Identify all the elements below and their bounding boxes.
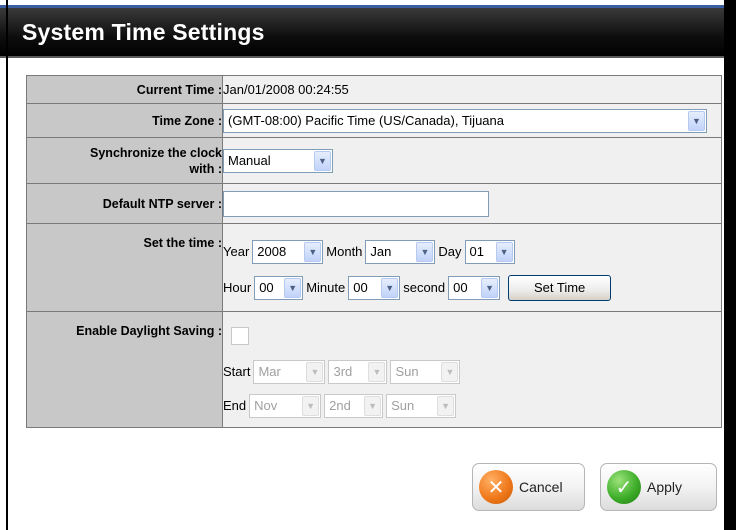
chevron-down-icon: ▼ — [381, 277, 399, 298]
chevron-down-icon: ▼ — [314, 150, 331, 171]
end-day-select[interactable]: Sun ▼ — [386, 393, 457, 418]
chevron-down-icon: ▼ — [284, 277, 302, 298]
daylight-saving-checkbox[interactable] — [231, 326, 249, 345]
row-current-time: Current Time : Jan/01/2008 00:24:55 — [26, 75, 722, 104]
year-label: Year — [223, 244, 250, 259]
ntp-server-input[interactable] — [223, 190, 489, 217]
set-time-label: Set the time : — [26, 223, 223, 312]
apply-button[interactable]: ✓ Apply — [600, 463, 717, 511]
frame-left-border — [6, 0, 8, 530]
row-time-zone: Time Zone : (GMT-08:00) Pacific Time (US… — [26, 103, 722, 138]
year-select[interactable]: 2008 ▼ — [252, 239, 324, 264]
day-select[interactable]: 01 ▼ — [464, 239, 515, 264]
settings-table: Current Time : Jan/01/2008 00:24:55 Time… — [26, 75, 722, 428]
set-time-button[interactable]: Set Time — [508, 274, 612, 301]
chevron-down-icon: ▼ — [481, 277, 499, 298]
top-border — [0, 0, 736, 8]
time-zone-label: Time Zone : — [26, 103, 223, 138]
end-month-select[interactable]: Nov ▼ — [249, 393, 322, 418]
chevron-down-icon: ▼ — [495, 241, 513, 262]
chevron-down-icon: ▼ — [416, 241, 434, 262]
checkmark-circle-icon: ✓ — [607, 470, 641, 504]
minute-label: Minute — [306, 280, 346, 295]
end-week-select[interactable]: 2nd ▼ — [324, 393, 384, 418]
chevron-down-icon: ▼ — [437, 395, 455, 416]
month-select[interactable]: Jan ▼ — [365, 239, 436, 264]
day-label: Day — [438, 244, 462, 259]
sync-label: Synchronize the clock with : — [26, 137, 223, 184]
chevron-down-icon: ▼ — [368, 361, 386, 382]
time-zone-select[interactable]: (GMT-08:00) Pacific Time (US/Canada), Ti… — [223, 108, 707, 133]
chevron-down-icon: ▼ — [302, 395, 320, 416]
month-label: Month — [326, 244, 363, 259]
hour-label: Hour — [223, 280, 252, 295]
second-label: second — [403, 280, 446, 295]
cancel-button[interactable]: ✕ Cancel — [472, 463, 585, 511]
frame-right-border — [724, 0, 736, 530]
start-week-select[interactable]: 3rd ▼ — [328, 359, 388, 384]
chevron-down-icon: ▼ — [441, 361, 459, 382]
sync-selected: Manual — [228, 153, 271, 168]
start-month-select[interactable]: Mar ▼ — [253, 359, 326, 384]
title-bar: System Time Settings — [0, 8, 736, 58]
row-sync: Synchronize the clock with : Manual ▼ — [26, 137, 722, 184]
start-label: Start — [223, 364, 251, 379]
hour-select[interactable]: 00 ▼ — [254, 275, 304, 300]
ntp-label: Default NTP server : — [26, 183, 223, 224]
x-circle-icon: ✕ — [479, 470, 513, 504]
minute-select[interactable]: 00 ▼ — [348, 275, 401, 300]
chevron-down-icon: ▼ — [688, 110, 705, 131]
page-title: System Time Settings — [22, 19, 265, 45]
time-zone-selected: (GMT-08:00) Pacific Time (US/Canada), Ti… — [228, 113, 504, 128]
apply-label: Apply — [647, 479, 683, 495]
end-label: End — [223, 398, 247, 413]
daylight-saving-label: Enable Daylight Saving : — [26, 311, 223, 428]
cancel-label: Cancel — [519, 479, 563, 495]
current-time-value: Jan/01/2008 00:24:55 — [222, 75, 722, 104]
chevron-down-icon: ▼ — [304, 241, 322, 262]
row-set-time: Set the time : Year 2008 ▼ Month Jan ▼ D… — [26, 223, 722, 312]
sync-select[interactable]: Manual ▼ — [223, 148, 333, 173]
current-time-label: Current Time : — [26, 75, 223, 104]
chevron-down-icon: ▼ — [306, 361, 324, 382]
start-day-select[interactable]: Sun ▼ — [390, 359, 461, 384]
row-ntp: Default NTP server : — [26, 183, 722, 224]
chevron-down-icon: ▼ — [364, 395, 382, 416]
second-select[interactable]: 00 ▼ — [448, 275, 501, 300]
row-daylight-saving: Enable Daylight Saving : Start Mar ▼ 3rd… — [26, 311, 722, 428]
